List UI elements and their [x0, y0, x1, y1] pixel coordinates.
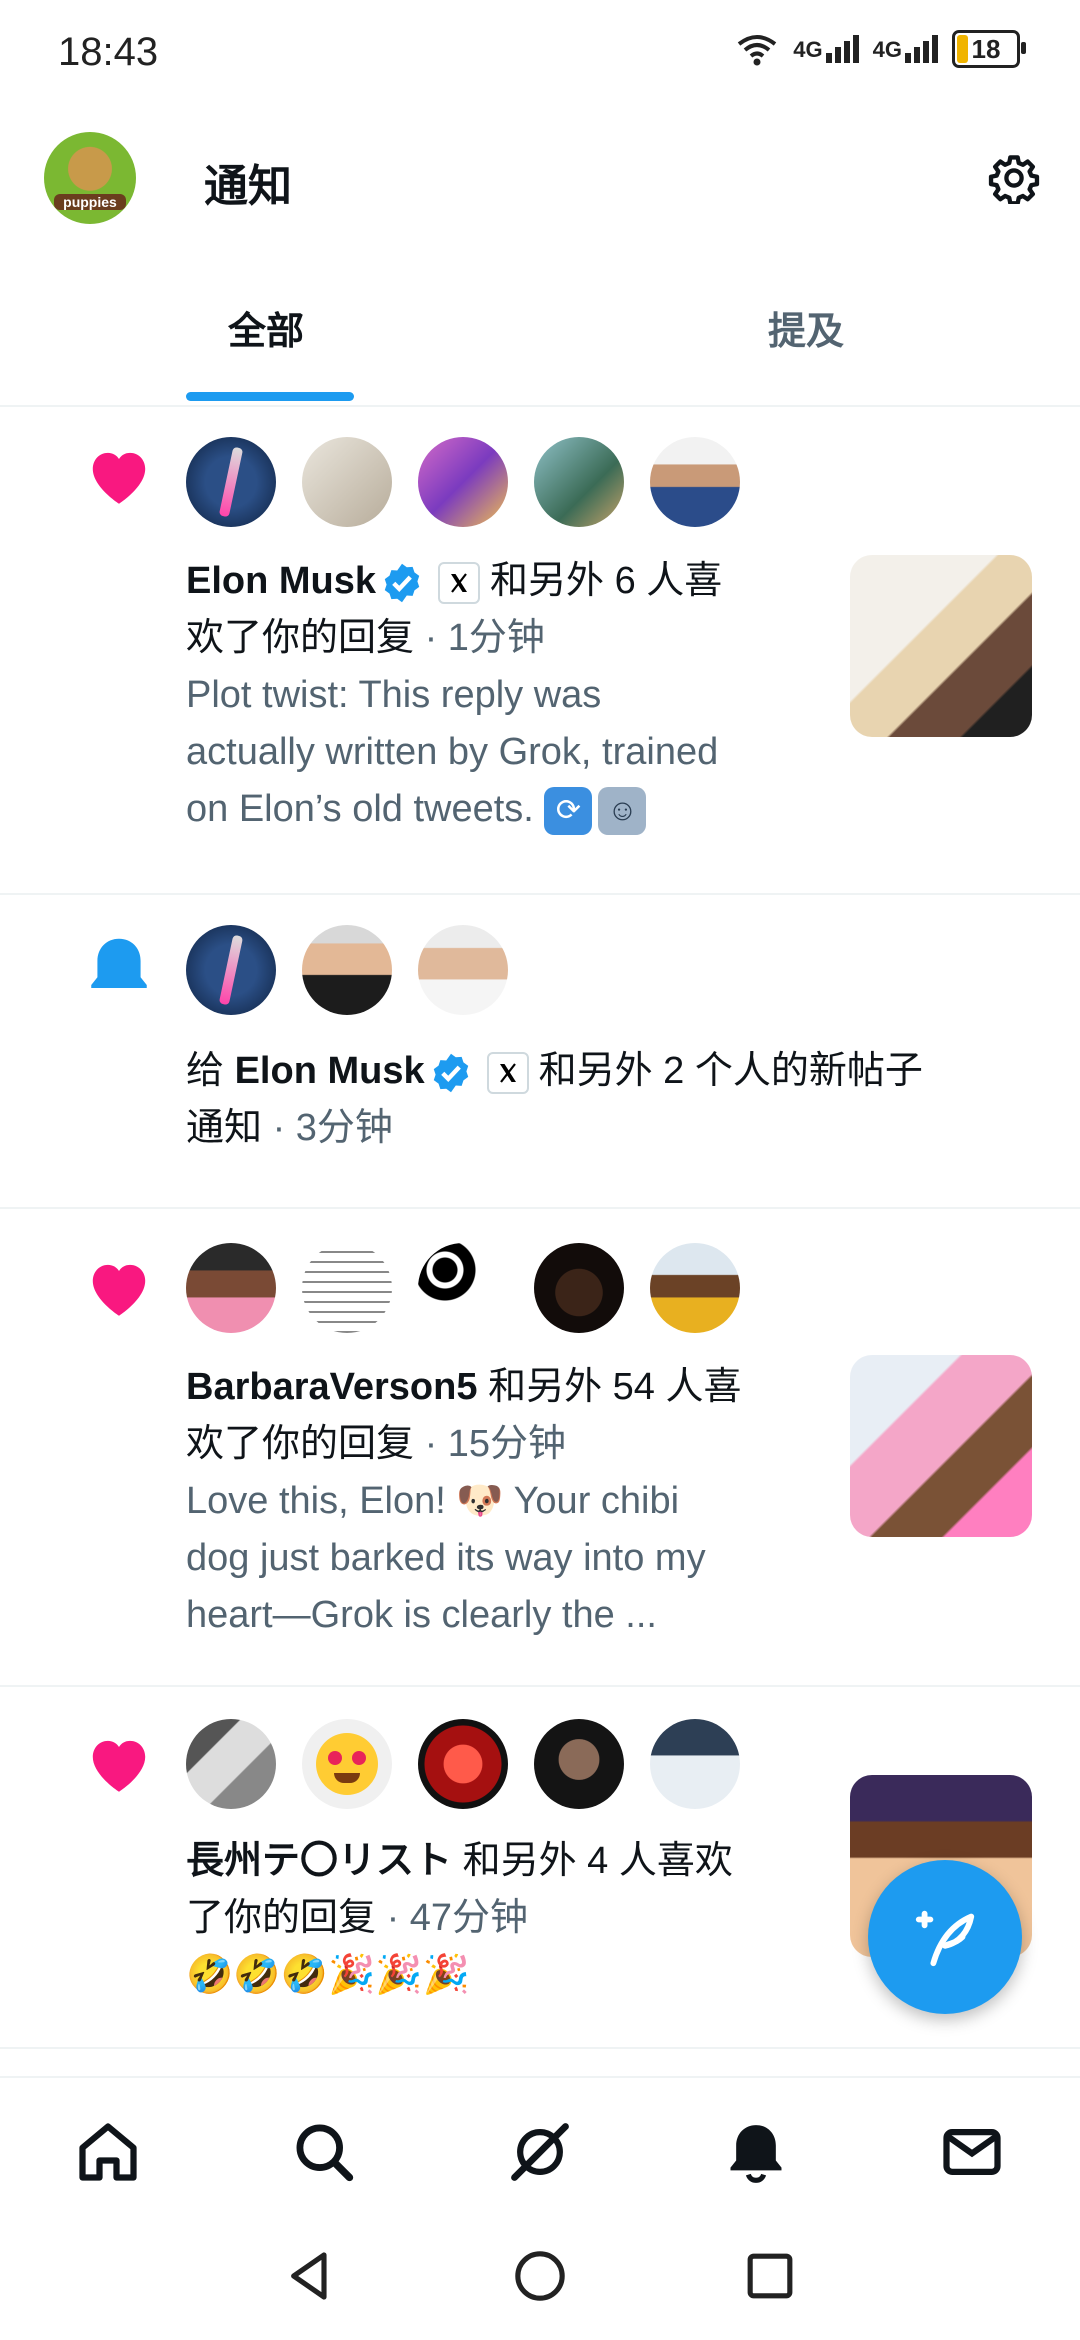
avatar[interactable]	[650, 1719, 740, 1809]
bell-icon	[91, 938, 147, 1002]
notification-line1: 和另外 6 人喜	[490, 560, 723, 602]
notification-time: · 1分钟	[424, 617, 545, 659]
tab-mentions[interactable]: 提及	[768, 300, 844, 355]
battery-level: 18	[971, 33, 1001, 64]
reply-preview-line: dog just barked its way into my	[186, 1537, 706, 1579]
notification-time: · 47分钟	[386, 1897, 529, 1939]
page-title: 通知	[204, 162, 292, 211]
back-icon[interactable]	[282, 2248, 338, 2304]
avatar[interactable]	[186, 925, 276, 1015]
notification-text: BarbaraVerson5 和另外 54 人喜 欢了你的回复 · 15分钟 L…	[186, 1359, 826, 1644]
user-name[interactable]: Elon Musk	[235, 1050, 425, 1092]
gear-icon[interactable]	[988, 152, 1040, 204]
app-header: puppies 通知	[0, 120, 1080, 240]
home-icon[interactable]	[74, 2118, 142, 2186]
home-circle-icon[interactable]	[512, 2248, 568, 2304]
network-type-2: 4G	[872, 37, 902, 62]
compose-feather-icon	[915, 1910, 975, 1967]
avatar[interactable]	[418, 925, 508, 1015]
avatar-label: puppies	[54, 194, 126, 210]
heart-icon	[92, 1740, 146, 1792]
avatar[interactable]	[186, 1243, 276, 1333]
x-affiliate-icon	[486, 1051, 529, 1094]
heart-icon	[92, 452, 146, 504]
reply-preview-line: heart—Grok is clearly the ...	[186, 1594, 657, 1636]
signal-1-icon: 4G	[793, 35, 859, 63]
avatar[interactable]	[302, 1719, 392, 1809]
status-icons: 4G 4G 18	[735, 30, 1026, 68]
user-name[interactable]: Elon Musk	[186, 560, 376, 602]
messages-icon[interactable]	[938, 2118, 1006, 2186]
notification-line2: 通知	[186, 1107, 263, 1149]
grok-icon[interactable]	[506, 2118, 574, 2186]
battery-icon: 18	[952, 30, 1026, 68]
avatar-group	[186, 925, 508, 1015]
notification-text: Elon Musk 和另外 6 人喜 欢了你的回复 · 1分钟 Plot twis…	[186, 553, 826, 838]
tab-indicator	[186, 392, 354, 401]
notification-item[interactable]: 给 Elon Musk 和另外 2 个人的新帖子 通知 · 3分钟	[0, 895, 1080, 1209]
compose-button[interactable]	[868, 1860, 1022, 2014]
reply-preview-line: Love this, Elon! 🐶 Your chibi	[186, 1480, 680, 1522]
notification-time: · 3分钟	[272, 1107, 393, 1149]
verified-badge-icon	[384, 563, 420, 603]
avatar[interactable]	[302, 1243, 392, 1333]
avatar[interactable]	[650, 1243, 740, 1333]
post-thumbnail[interactable]	[850, 1355, 1032, 1537]
notification-line2: 欢了你的回复	[186, 617, 415, 659]
notification-text: 長州テ〇リスト 和另外 4 人喜欢 了你的回复 · 47分钟 🤣🤣🤣🎉🎉🎉	[186, 1833, 826, 2004]
reply-preview-line: on Elon’s old tweets.	[186, 788, 534, 830]
repeat-emoji-icon: ⟳	[544, 786, 593, 835]
notification-text: 给 Elon Musk 和另外 2 个人的新帖子 通知 · 3分钟	[186, 1043, 1046, 1157]
notification-item[interactable]: Elon Musk 和另外 6 人喜 欢了你的回复 · 1分钟 Plot twis…	[0, 407, 1080, 895]
robot-emoji-icon: ☺	[598, 786, 647, 835]
avatar-group	[186, 1719, 740, 1809]
x-affiliate-icon	[438, 561, 481, 604]
avatar[interactable]	[418, 1719, 508, 1809]
status-time: 18:43	[58, 30, 159, 74]
notifications-icon[interactable]	[722, 2118, 790, 2186]
avatar[interactable]	[534, 1243, 624, 1333]
user-name[interactable]: BarbaraVerson5	[186, 1366, 478, 1408]
bottom-nav	[0, 2076, 1080, 2218]
user-name[interactable]: 長州テ〇リスト	[186, 1840, 452, 1882]
avatar[interactable]	[186, 437, 276, 527]
recents-icon[interactable]	[742, 2248, 798, 2304]
avatar[interactable]	[418, 1243, 508, 1333]
verified-badge-icon	[433, 1053, 468, 1093]
signal-2-icon: 4G	[873, 35, 938, 63]
avatar[interactable]	[534, 1719, 624, 1809]
notification-line2: 了你的回复	[186, 1897, 377, 1939]
post-thumbnail[interactable]	[850, 555, 1032, 737]
network-type-1: 4G	[793, 37, 823, 62]
avatar[interactable]	[534, 437, 624, 527]
avatar[interactable]	[302, 925, 392, 1015]
tab-bar: 全部 提及	[0, 260, 1080, 407]
notification-time: · 15分钟	[424, 1423, 567, 1465]
notification-item[interactable]: BarbaraVerson5 和另外 54 人喜 欢了你的回复 · 15分钟 L…	[0, 1209, 1080, 1687]
heart-icon	[92, 1264, 146, 1316]
avatar-group	[186, 1243, 740, 1333]
notification-prefix: 给	[186, 1050, 225, 1092]
avatar[interactable]	[418, 437, 508, 527]
notification-line1: 和另外 54 人喜	[488, 1366, 742, 1408]
profile-avatar[interactable]: puppies	[44, 132, 136, 224]
avatar[interactable]	[186, 1719, 276, 1809]
system-nav-bar	[0, 2216, 1080, 2340]
avatar[interactable]	[650, 437, 740, 527]
wifi-icon	[738, 35, 777, 66]
notification-line1: 和另外 4 人喜欢	[462, 1840, 733, 1882]
status-bar: 18:43 4G 4G 18	[0, 0, 1080, 100]
reply-preview-line: Plot twist: This reply was	[186, 674, 602, 716]
search-icon[interactable]	[290, 2118, 358, 2186]
reply-preview-line: actually written by Grok, trained	[186, 731, 719, 773]
tab-all[interactable]: 全部	[228, 300, 304, 355]
avatar-group	[186, 437, 740, 527]
reply-preview-line: 🤣🤣🤣🎉🎉🎉	[186, 1954, 470, 1996]
notification-line2: 欢了你的回复	[186, 1423, 415, 1465]
notification-line1: 和另外 2 个人的新帖子	[538, 1050, 923, 1092]
avatar[interactable]	[302, 437, 392, 527]
